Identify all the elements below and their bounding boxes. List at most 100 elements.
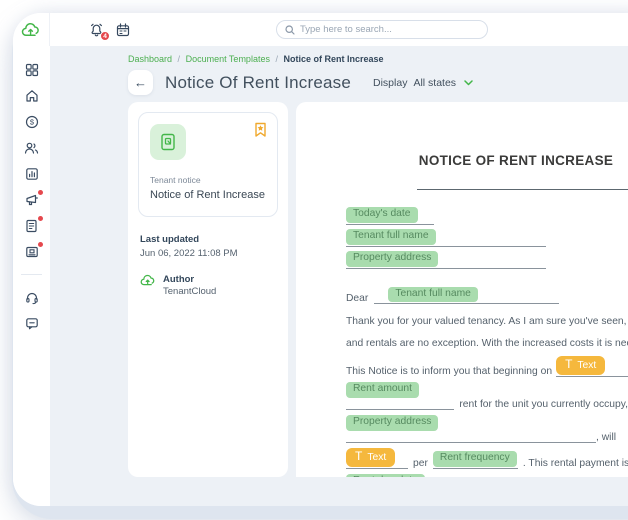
sidebar: $ [13,46,50,506]
sidebar-item-listings[interactable] [24,244,40,259]
sidebar-item-documents[interactable] [24,218,40,233]
author-cloud-icon [140,274,156,287]
top-bar: 4 [13,13,628,46]
document-fields: Today's date Tenant full name Property a… [346,207,628,269]
paragraph-text: This Notice is to inform you that beginn… [346,366,552,377]
template-info-panel: Tenant notice Notice of Rent Increase La… [128,102,288,477]
notification-dot [38,190,43,195]
breadcrumb: Dashboard / Document Templates / Notice … [128,54,628,65]
property-address-block: Property address , will [346,415,628,443]
reports-icon [25,167,39,181]
beginning-on-line: This Notice is to inform you that beginn… [346,356,628,377]
svg-text:$: $ [29,117,34,126]
blank-line [374,302,559,304]
notifications-button[interactable]: 4 [89,22,104,37]
breadcrumb-current: Notice of Rent Increase [284,54,384,64]
frequency-line: TText per Rent frequency . This rental p… [346,448,628,469]
field-chip-tenant-full-name[interactable]: Tenant full name [346,229,436,245]
content-area: Dashboard / Document Templates / Notice … [50,46,628,506]
paragraph-text: rent for the unit you currently occupy, [459,399,628,410]
blank-line [346,267,546,269]
blank-line [346,433,596,443]
template-name: Notice of Rent Increase [150,189,266,201]
home-icon [25,89,39,103]
display-label: Display [373,77,407,89]
field-tenant-full-name: Tenant full name [346,229,628,247]
field-chip-todays-date[interactable]: Today's date [346,207,418,223]
paragraph-text: . This rental payment is due [523,458,628,469]
notification-dot [38,216,43,221]
last-updated-value: Jun 06, 2022 11:08 PM [140,248,278,259]
logo-cell[interactable] [13,13,50,46]
blank-line [346,400,454,410]
sidebar-item-feedback[interactable] [24,316,40,331]
sidebar-item-payments[interactable]: $ [24,114,40,129]
paragraph-line: and rentals are no exception. With the i… [346,338,628,349]
rent-due-date-line: Rent due date . [346,474,628,477]
contacts-icon [24,141,39,155]
blank-line [346,467,408,469]
search-icon [285,25,295,35]
text-field: TText [346,448,408,469]
field-chip-rent-amount[interactable]: Rent amount [346,382,419,398]
bookmark-badge-icon[interactable] [254,122,267,138]
document-template-icon [160,133,176,151]
rent-due-date-field: Rent due date [346,474,431,477]
menu-toggle-icon[interactable] [61,24,76,35]
marketing-icon [25,193,39,207]
display-states-dropdown[interactable]: Display All states [373,77,473,89]
rent-amount-line: rent for the unit you currently occupy, [346,399,628,410]
document-title: NOTICE OF RENT INCREASE [346,153,628,168]
display-value: All states [413,77,456,89]
field-property-address: Property address [346,251,628,269]
blank-line [346,223,434,225]
sidebar-item-dashboard[interactable] [24,62,40,77]
blank-line [346,245,546,247]
sidebar-item-contacts[interactable] [24,140,40,155]
signature-line [417,189,628,190]
notifications-count-badge: 4 [100,31,110,41]
app-body: $ [13,46,628,506]
documents-icon [25,219,38,233]
calendar-button[interactable] [116,23,130,37]
property-address-line: , will [346,432,628,443]
field-chip-property-address[interactable]: Property address [346,251,438,267]
field-chip-tenant-full-name[interactable]: Tenant full name [388,287,478,303]
field-chip-rent-frequency[interactable]: Rent frequency [433,451,517,467]
chevron-down-icon [464,80,473,86]
field-chip-text[interactable]: TText [346,448,395,467]
sidebar-item-reports[interactable] [24,166,40,181]
panels-row: Tenant notice Notice of Rent Increase La… [128,102,628,477]
author-row: Author TenantCloud [140,274,278,297]
per-text: per [413,458,428,469]
dear-line: Dear Tenant full name [346,287,628,305]
author-value: TenantCloud [163,286,216,297]
text-tool-icon: T [355,449,362,464]
calendar-icon [116,23,130,37]
dashboard-icon [25,63,39,77]
breadcrumb-dashboard[interactable]: Dashboard [128,54,172,64]
template-meta: Last updated Jun 06, 2022 11:08 PM Autho… [138,234,278,297]
paragraph-text: , will [596,432,616,443]
field-chip-text[interactable]: TText [556,356,605,375]
global-search [276,20,488,39]
rent-amount-block: Rent amount rent for the unit you curren… [346,382,628,410]
sidebar-item-home[interactable] [24,88,40,103]
search-input[interactable] [300,24,479,35]
field-chip-rent-due-date[interactable]: Rent due date [346,474,425,477]
blank-line [556,375,628,377]
text-field: TText [556,356,628,377]
breadcrumb-separator: / [178,54,181,64]
field-chip-property-address[interactable]: Property address [346,415,438,431]
sidebar-item-support[interactable] [24,290,40,305]
template-card[interactable]: Tenant notice Notice of Rent Increase [138,112,278,217]
author-label: Author [163,274,216,285]
template-tile [150,124,186,160]
back-button[interactable]: ← [128,70,153,95]
tenantcloud-logo-icon [21,22,41,38]
breadcrumb-document-templates[interactable]: Document Templates [186,54,270,64]
notification-dot [38,242,43,247]
sidebar-item-marketing[interactable] [24,192,40,207]
sidebar-divider [21,274,42,275]
field-todays-date: Today's date [346,207,628,225]
